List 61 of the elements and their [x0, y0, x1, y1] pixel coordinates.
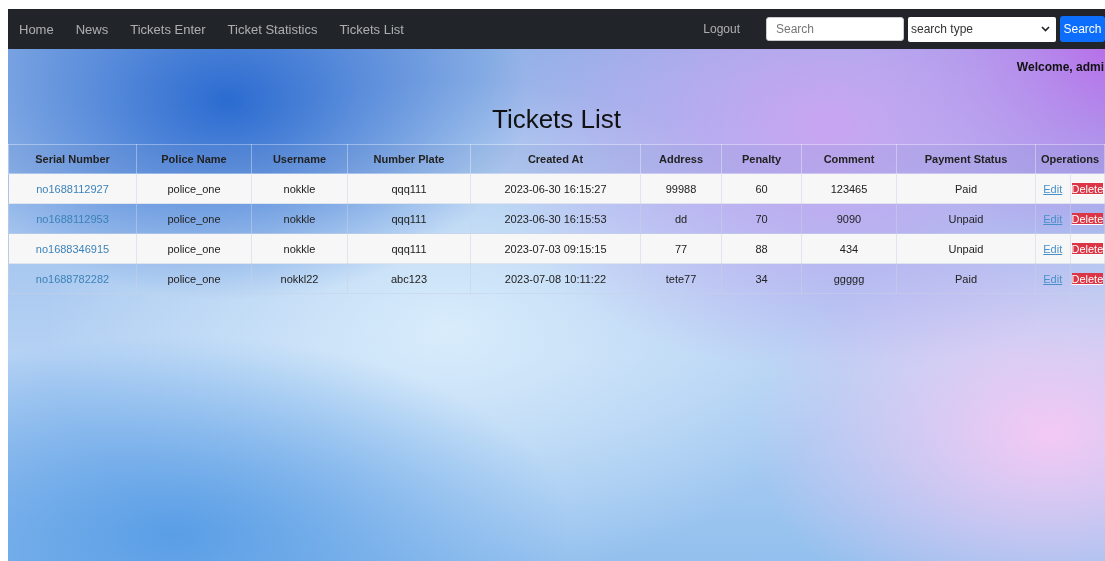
- table-cell: 60: [721, 173, 802, 204]
- table-cell: nokkle: [251, 173, 348, 204]
- table-cell: tete77: [640, 263, 722, 294]
- serial-link[interactable]: no1688112927: [36, 182, 109, 195]
- table-cell: 70: [721, 203, 802, 234]
- serial-link[interactable]: no1688782282: [35, 272, 110, 285]
- serial-link[interactable]: no1688346915: [35, 242, 110, 255]
- table-cell: 2023-06-30 16:15:53: [470, 203, 641, 234]
- table-cell: Paid: [896, 173, 1036, 204]
- delete-link[interactable]: Delete: [1071, 182, 1104, 195]
- table-cell: 2023-06-30 16:15:27: [470, 173, 641, 204]
- table-cell: 2023-07-03 09:15:15: [470, 233, 641, 264]
- nav-link[interactable]: Home: [19, 21, 54, 37]
- column-header: Created At: [470, 144, 641, 174]
- table-cell: qqq111: [347, 173, 471, 204]
- page-title: Tickets List: [490, 104, 623, 135]
- nav-link[interactable]: Tickets List: [339, 21, 404, 37]
- column-header: Comment: [801, 144, 897, 174]
- logout-link[interactable]: Logout: [703, 22, 740, 36]
- column-header: Operations: [1035, 144, 1105, 174]
- table-cell: 2023-07-08 10:11:22: [470, 263, 641, 294]
- table-cell: 88: [721, 233, 802, 264]
- column-header: Penalty: [721, 144, 802, 174]
- column-header: Payment Status: [896, 144, 1036, 174]
- nav-link[interactable]: News: [75, 21, 109, 37]
- welcome-message: Welcome, admi: [1016, 60, 1104, 74]
- column-header: Police Name: [136, 144, 252, 174]
- nav-link[interactable]: Ticket Statistics: [227, 21, 318, 37]
- nav-link[interactable]: Tickets Enter: [130, 21, 206, 37]
- table-cell: 34: [721, 263, 802, 294]
- table-cell: nokkl22: [251, 263, 348, 294]
- table-cell: 9090: [801, 203, 897, 234]
- column-header: Serial Number: [8, 144, 137, 174]
- table-cell: 123465: [801, 173, 897, 204]
- column-header: Username: [251, 144, 348, 174]
- table-cell: Paid: [896, 263, 1036, 294]
- search-type-dropdown[interactable]: search type: [908, 16, 1056, 42]
- table-cell: 434: [801, 233, 897, 264]
- table-cell: dd: [640, 203, 722, 234]
- column-header: Number Plate: [347, 144, 471, 174]
- column-header: Address: [640, 144, 722, 174]
- table-cell: abc123: [347, 263, 471, 294]
- search-button[interactable]: Search: [1060, 16, 1105, 42]
- table-cell: police_one: [136, 173, 252, 204]
- table-cell: qqq111: [347, 203, 471, 234]
- table-cell: Unpaid: [896, 203, 1036, 234]
- table-cell: ggggg: [801, 263, 897, 294]
- table-cell: police_one: [136, 263, 252, 294]
- table-cell: police_one: [136, 203, 252, 234]
- table-cell: Unpaid: [896, 233, 1036, 264]
- table-cell: 99988: [640, 173, 722, 204]
- table-cell: nokkle: [251, 233, 348, 264]
- delete-link[interactable]: Delete: [1071, 272, 1104, 285]
- chevron-down-icon: [1041, 26, 1050, 32]
- table-cell: nokkle: [251, 203, 348, 234]
- table-cell: 77: [640, 233, 722, 264]
- delete-link[interactable]: Delete: [1071, 242, 1104, 255]
- delete-link[interactable]: Delete: [1071, 212, 1104, 225]
- table-cell: police_one: [136, 233, 252, 264]
- table-cell: qqq111: [347, 233, 471, 264]
- search-field[interactable]: Search: [766, 17, 904, 41]
